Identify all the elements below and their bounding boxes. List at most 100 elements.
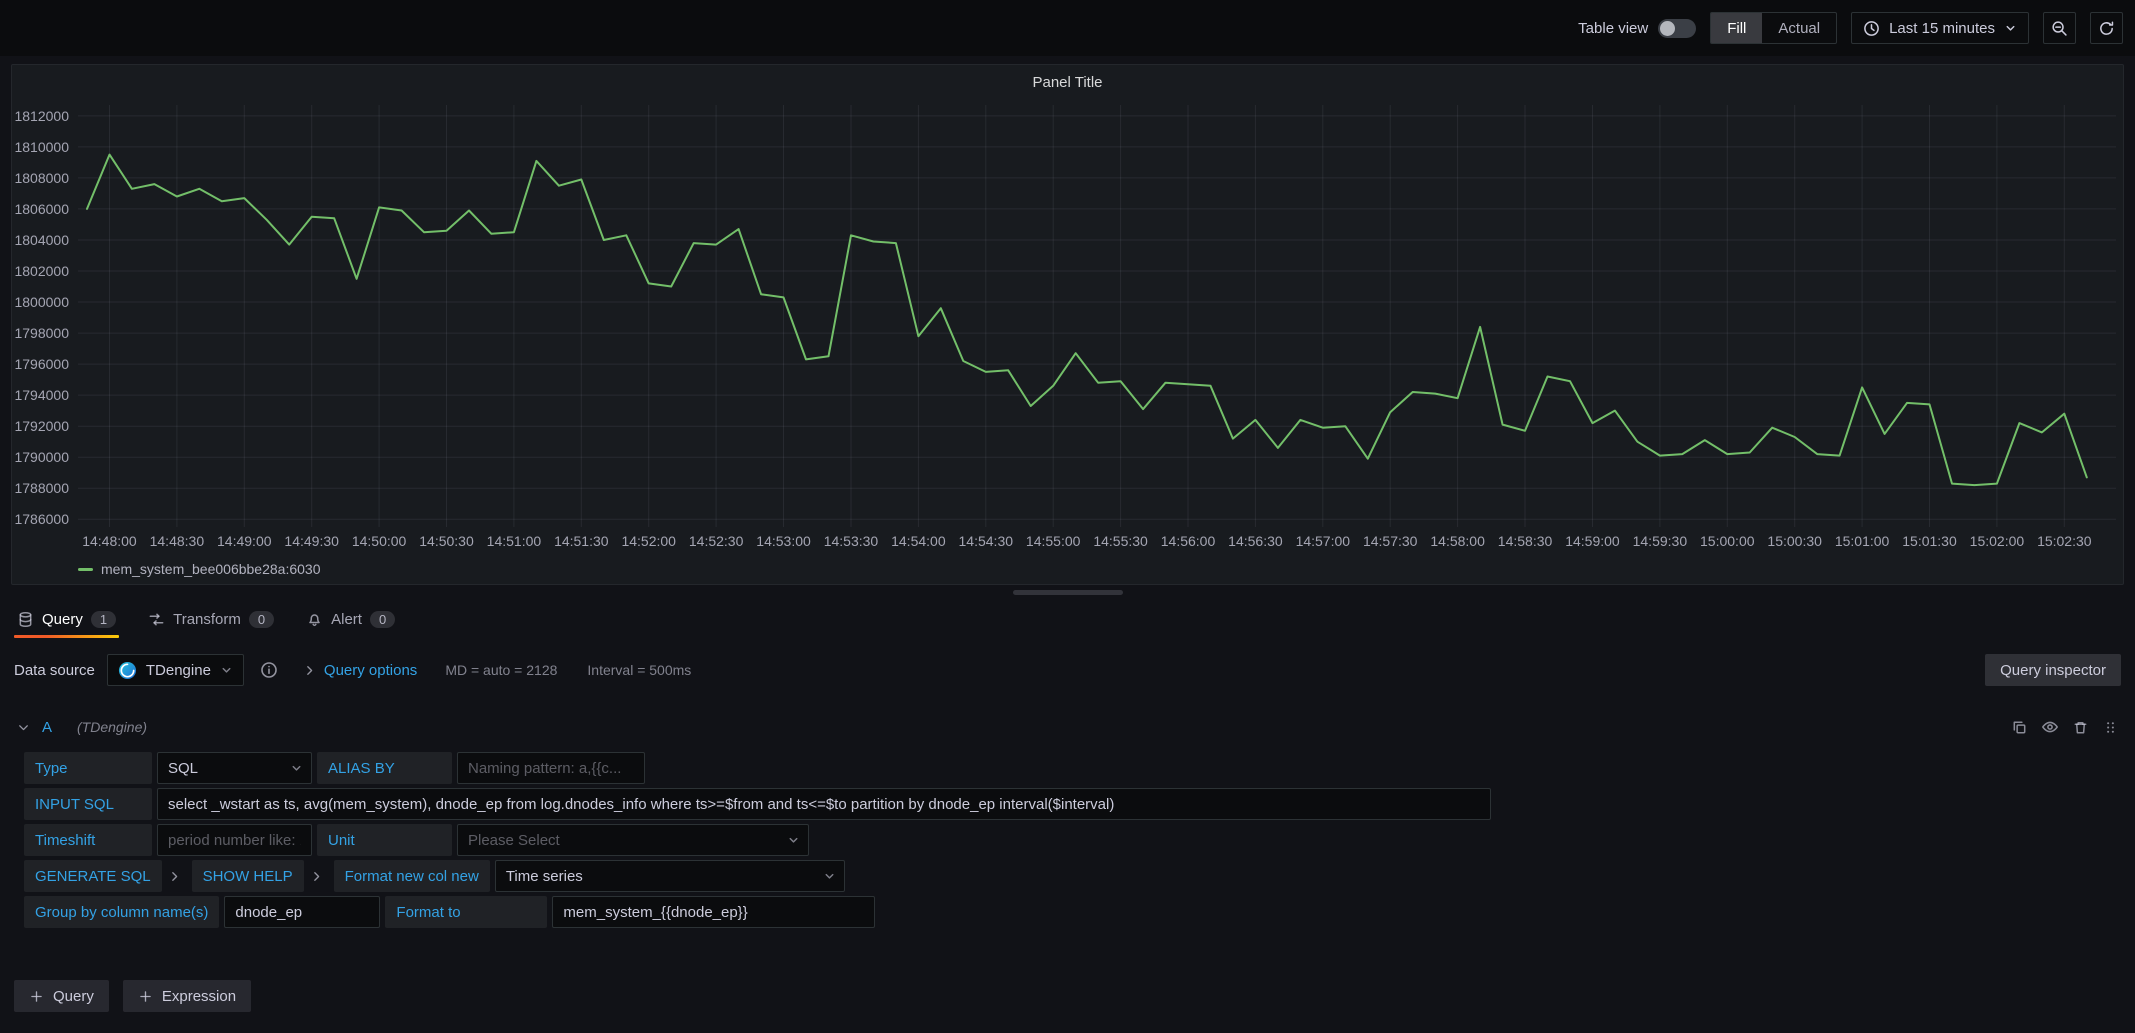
zoom-out-button[interactable] xyxy=(2043,12,2076,44)
drag-handle-icon[interactable] xyxy=(2102,719,2119,736)
legend-item[interactable]: mem_system_bee006bbe28a:6030 xyxy=(78,561,321,577)
query-editor-form: Type SQL ALIAS BY INPUT SQL Timeshift Un… xyxy=(24,752,2121,928)
unit-select[interactable]: Please Select xyxy=(457,824,809,856)
table-view-label: Table view xyxy=(1578,20,1648,37)
panel-resize-row xyxy=(0,585,2135,600)
panel-editor-topbar: Table view Fill Actual Last 15 minutes xyxy=(0,0,2135,56)
x-tick-label: 14:55:30 xyxy=(1093,533,1148,549)
angle-right-icon[interactable] xyxy=(167,860,182,892)
chevron-down-icon xyxy=(290,762,303,775)
form-row-generate: GENERATE SQL SHOW HELP Format new col ne… xyxy=(24,860,2121,892)
x-tick-label: 14:57:30 xyxy=(1363,533,1418,549)
x-tick-label: 14:53:30 xyxy=(824,533,879,549)
form-row-type: Type SQL ALIAS BY xyxy=(24,752,2121,784)
datasource-help-button[interactable] xyxy=(260,661,278,679)
query-row-header: A (TDengine) xyxy=(16,712,2119,742)
add-query-button[interactable]: Query xyxy=(14,980,109,1012)
unit-select-value: Please Select xyxy=(468,832,560,849)
angle-right-icon xyxy=(302,663,317,678)
x-tick-label: 14:59:30 xyxy=(1633,533,1688,549)
x-tick-label: 15:00:30 xyxy=(1767,533,1822,549)
x-tick-label: 14:48:30 xyxy=(150,533,205,549)
angle-right-icon[interactable] xyxy=(309,860,324,892)
tab-alert-label: Alert xyxy=(331,611,362,628)
refresh-icon xyxy=(2098,20,2115,37)
duplicate-query-button[interactable] xyxy=(2011,719,2028,736)
x-tick-label: 14:55:00 xyxy=(1026,533,1081,549)
query-options-label: Query options xyxy=(324,662,417,679)
y-tick-label: 1796000 xyxy=(14,356,69,372)
y-tick-label: 1798000 xyxy=(14,325,69,341)
input-sql-input[interactable] xyxy=(157,788,1491,820)
query-options-toggle[interactable]: Query options xyxy=(302,662,417,679)
trash-icon xyxy=(2072,719,2089,736)
zoom-out-icon xyxy=(2051,20,2068,37)
y-tick-label: 1812000 xyxy=(14,108,69,124)
fill-actual-radio-group: Fill Actual xyxy=(1710,12,1837,44)
y-tick-label: 1788000 xyxy=(14,480,69,496)
y-tick-label: 1808000 xyxy=(14,170,69,186)
form-row-input-sql: INPUT SQL xyxy=(24,788,2121,820)
chevron-down-icon xyxy=(220,664,233,677)
query-row-actions xyxy=(2011,718,2119,736)
legend-series-label: mem_system_bee006bbe28a:6030 xyxy=(101,561,321,577)
time-range-picker[interactable]: Last 15 minutes xyxy=(1851,12,2029,44)
format-label: Format new col new xyxy=(334,860,490,892)
form-row-group-by: Group by column name(s) Format to xyxy=(24,896,2121,928)
bottom-actions: Query Expression xyxy=(14,980,2121,1012)
y-tick-label: 1786000 xyxy=(14,511,69,527)
timeshift-input[interactable] xyxy=(157,824,312,856)
time-series-plot[interactable] xyxy=(78,105,2116,527)
y-tick-label: 1810000 xyxy=(14,139,69,155)
datasource-picker[interactable]: TDengine xyxy=(107,654,244,686)
unit-label: Unit xyxy=(317,824,452,856)
format-to-label: Format to xyxy=(385,896,547,928)
actual-option[interactable]: Actual xyxy=(1762,13,1836,43)
alias-by-input[interactable] xyxy=(457,752,645,784)
chevron-down-icon xyxy=(787,834,800,847)
type-select[interactable]: SQL xyxy=(157,752,312,784)
x-tick-label: 14:50:30 xyxy=(419,533,474,549)
x-tick-label: 14:48:00 xyxy=(82,533,137,549)
editor-tabs: Query 1 Transform 0 Alert 0 xyxy=(0,600,2135,638)
add-expression-button[interactable]: Expression xyxy=(123,980,251,1012)
group-by-input[interactable] xyxy=(224,896,380,928)
alias-by-label: ALIAS BY xyxy=(317,752,452,784)
tab-transform[interactable]: Transform 0 xyxy=(145,600,277,638)
x-tick-label: 15:02:30 xyxy=(2037,533,2092,549)
x-tick-label: 14:51:00 xyxy=(487,533,542,549)
format-to-input[interactable] xyxy=(552,896,875,928)
generate-sql-button[interactable]: GENERATE SQL xyxy=(24,860,162,892)
delete-query-button[interactable] xyxy=(2072,719,2089,736)
datasource-row: Data source TDengine Query options MD = … xyxy=(14,654,2121,686)
x-tick-label: 14:58:30 xyxy=(1498,533,1553,549)
format-select[interactable]: Time series xyxy=(495,860,845,892)
info-circle-icon xyxy=(260,661,278,679)
refresh-button[interactable] xyxy=(2090,12,2123,44)
copy-icon xyxy=(2011,719,2028,736)
show-help-button[interactable]: SHOW HELP xyxy=(192,860,304,892)
tab-alert[interactable]: Alert 0 xyxy=(303,600,398,638)
x-tick-label: 15:01:00 xyxy=(1835,533,1890,549)
panel-resize-handle[interactable] xyxy=(1013,590,1123,595)
summary-md: MD = auto = 2128 xyxy=(445,662,557,678)
tab-query[interactable]: Query 1 xyxy=(14,600,119,638)
bell-icon xyxy=(306,611,323,628)
y-tick-label: 1792000 xyxy=(14,418,69,434)
fill-option[interactable]: Fill xyxy=(1711,13,1762,43)
panel: Panel Title 1786000178800017900001792000… xyxy=(11,64,2124,585)
format-select-value: Time series xyxy=(506,868,583,885)
timeshift-label: Timeshift xyxy=(24,824,152,856)
plus-icon xyxy=(29,989,44,1004)
query-datasource-hint: (TDengine) xyxy=(77,719,147,735)
transform-icon xyxy=(148,611,165,628)
y-tick-label: 1800000 xyxy=(14,294,69,310)
query-ref-id[interactable]: A xyxy=(42,719,52,736)
tab-transform-badge: 0 xyxy=(249,611,274,628)
query-inspector-button[interactable]: Query inspector xyxy=(1985,654,2121,686)
hide-query-button[interactable] xyxy=(2041,718,2059,736)
datasource-label: Data source xyxy=(14,662,95,679)
collapse-query-button[interactable] xyxy=(16,720,31,735)
table-view-toggle[interactable] xyxy=(1658,19,1696,38)
eye-icon xyxy=(2041,718,2059,736)
